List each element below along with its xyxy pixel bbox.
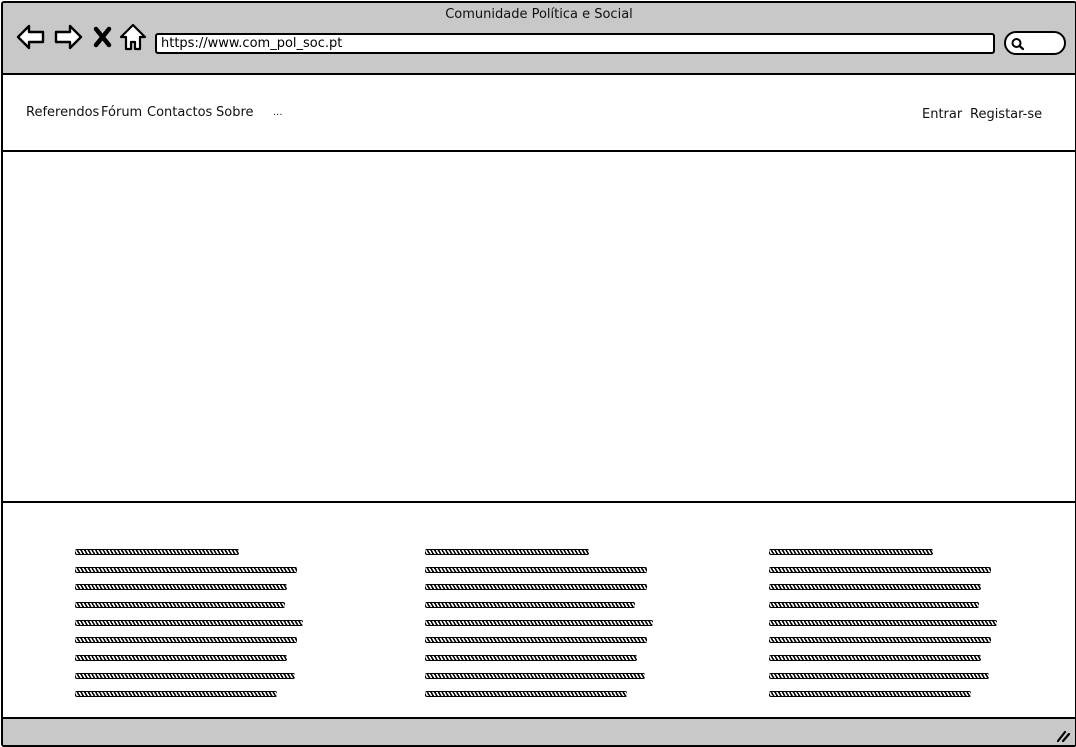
home-icon <box>119 23 147 51</box>
forward-button[interactable] <box>52 21 84 53</box>
text-line <box>769 566 991 573</box>
back-arrow-icon <box>16 24 45 50</box>
text-line <box>769 672 989 679</box>
text-line <box>769 637 991 644</box>
nav-item-more[interactable]: ... <box>273 107 283 118</box>
text-line <box>425 619 653 626</box>
footer-column <box>75 549 303 708</box>
text-line <box>75 602 285 609</box>
text-line <box>75 655 287 662</box>
forward-arrow-icon <box>54 24 83 50</box>
text-line <box>425 602 635 609</box>
text-line <box>425 672 645 679</box>
text-line <box>75 549 239 555</box>
text-line <box>425 549 589 555</box>
text-line <box>769 584 981 591</box>
search-icon <box>1011 38 1025 51</box>
text-line <box>425 655 637 662</box>
text-line <box>75 584 287 591</box>
text-line <box>769 549 933 555</box>
text-line <box>75 637 297 644</box>
content-area <box>3 152 1075 503</box>
resize-grip-icon[interactable] <box>1055 729 1071 743</box>
text-line <box>425 584 647 591</box>
browser-toolbar: Comunidade Política e Social https://www… <box>3 3 1075 75</box>
text-line <box>769 655 981 662</box>
text-line <box>75 672 295 679</box>
site-navigation: Referendos Fórum Contactos Sobre ... Ent… <box>3 75 1075 152</box>
text-line <box>75 690 277 697</box>
window-title: Comunidade Política e Social <box>445 7 633 22</box>
register-link[interactable]: Registar-se <box>970 107 1042 122</box>
search-field[interactable] <box>1004 31 1066 55</box>
address-bar[interactable]: https://www.com_pol_soc.pt <box>155 33 995 54</box>
close-x-icon <box>93 26 112 48</box>
text-line <box>425 566 647 573</box>
text-line <box>75 566 297 573</box>
text-line <box>75 619 303 626</box>
nav-item-forum[interactable]: Fórum <box>101 105 142 120</box>
text-line <box>425 637 647 644</box>
footer-column <box>769 549 997 708</box>
footer-column <box>425 549 653 708</box>
nav-item-referendos[interactable]: Referendos <box>26 105 99 120</box>
nav-item-contactos[interactable]: Contactos <box>147 105 212 120</box>
text-line <box>425 690 627 697</box>
browser-window: Comunidade Política e Social https://www… <box>1 1 1076 747</box>
back-button[interactable] <box>15 21 47 53</box>
status-bar <box>3 717 1075 745</box>
text-line <box>769 602 979 609</box>
home-button[interactable] <box>118 21 150 53</box>
text-line <box>769 690 971 697</box>
login-link[interactable]: Entrar <box>922 107 962 122</box>
footer <box>3 503 1075 715</box>
nav-item-sobre[interactable]: Sobre <box>216 105 254 120</box>
text-line <box>769 619 997 626</box>
